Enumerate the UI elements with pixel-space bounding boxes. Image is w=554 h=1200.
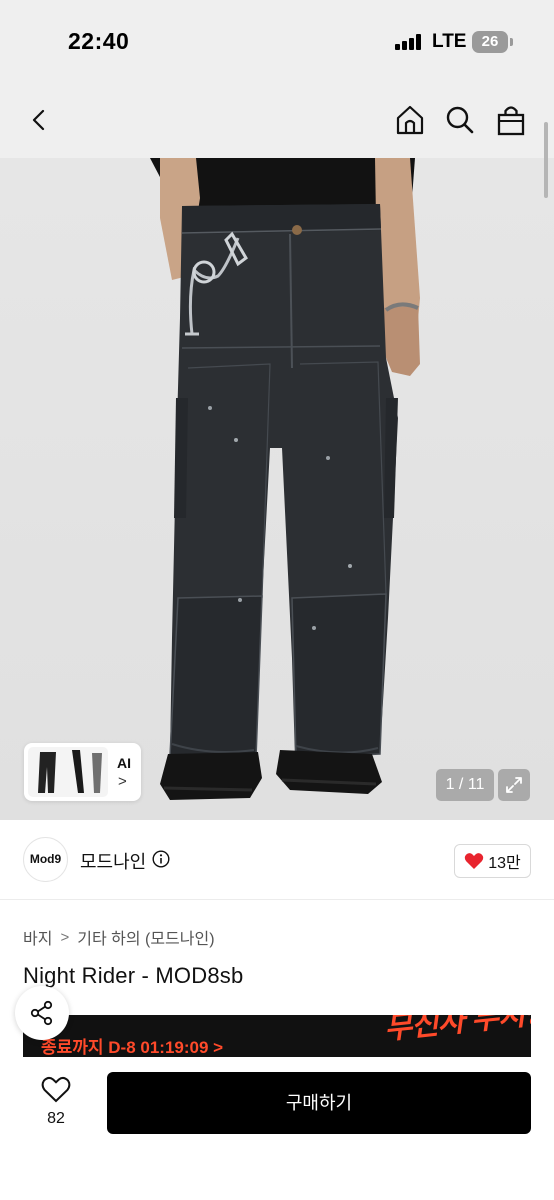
back-button[interactable] xyxy=(18,98,62,142)
buy-button[interactable]: 구매하기 xyxy=(107,1072,531,1134)
page-scrollbar[interactable] xyxy=(544,122,548,198)
search-button[interactable] xyxy=(438,98,482,142)
search-icon xyxy=(446,106,474,134)
home-icon xyxy=(396,105,424,135)
breadcrumb-category[interactable]: 바지 xyxy=(23,925,52,949)
share-button[interactable] xyxy=(15,986,69,1040)
breadcrumb-separator: > xyxy=(60,928,70,946)
battery-level: 26 xyxy=(481,33,499,50)
promo-banner[interactable]: 종료까지 D-8 01:19:09 > 무신사 무지장 xyxy=(23,1015,531,1057)
battery-tip xyxy=(510,38,513,46)
expand-icon xyxy=(506,777,522,793)
status-bar: 22:40 LTE 26 xyxy=(0,0,554,84)
brand-logo[interactable]: Mod9 xyxy=(23,837,68,882)
brand-like-button[interactable]: 13만 xyxy=(454,844,531,878)
brand-row: Mod9 모드나인 13만 xyxy=(0,820,554,900)
chevron-left-icon xyxy=(32,109,45,131)
promo-countdown: 종료까지 D-8 01:19:09 > xyxy=(41,1038,224,1057)
thumbnail-pants-image xyxy=(38,750,102,793)
ai-thumbnail-images xyxy=(28,747,108,797)
brand-name[interactable]: 모드나인 xyxy=(80,848,146,874)
heart-icon xyxy=(465,853,484,869)
heart-outline-icon xyxy=(41,1076,71,1103)
promo-art-text: 무신사 무지장 xyxy=(382,1015,531,1046)
product-image-gallery[interactable]: AI > 1 / 11 xyxy=(0,158,554,820)
signal-strength-icon xyxy=(395,34,421,50)
product-title: Night Rider - MOD8sb xyxy=(23,963,244,988)
nav-header xyxy=(0,84,554,158)
expand-button[interactable] xyxy=(498,769,530,801)
brand-like-count: 13만 xyxy=(488,855,521,872)
ai-label: AI xyxy=(117,755,131,771)
chevron-right-icon: > xyxy=(118,773,127,790)
status-time: 22:40 xyxy=(68,28,130,54)
ai-similar-items-button[interactable]: AI > xyxy=(24,743,141,801)
shopping-bag-icon xyxy=(497,106,525,136)
product-photo xyxy=(150,158,420,800)
image-counter: 1 / 11 xyxy=(436,769,494,801)
share-icon xyxy=(30,1000,53,1026)
battery-icon: 26 xyxy=(472,31,508,53)
wishlist-button[interactable]: 82 xyxy=(28,1072,84,1132)
breadcrumb: 바지 > 기타 하의 (모드나인) xyxy=(23,925,215,949)
bottom-action-bar: 82 구매하기 xyxy=(0,1058,554,1200)
network-type: LTE xyxy=(432,31,467,52)
wishlist-count: 82 xyxy=(47,1110,65,1127)
home-button[interactable] xyxy=(388,98,432,142)
info-icon[interactable] xyxy=(152,850,170,868)
breadcrumb-subcategory[interactable]: 기타 하의 (모드나인) xyxy=(77,925,214,949)
cart-button[interactable] xyxy=(489,98,533,142)
